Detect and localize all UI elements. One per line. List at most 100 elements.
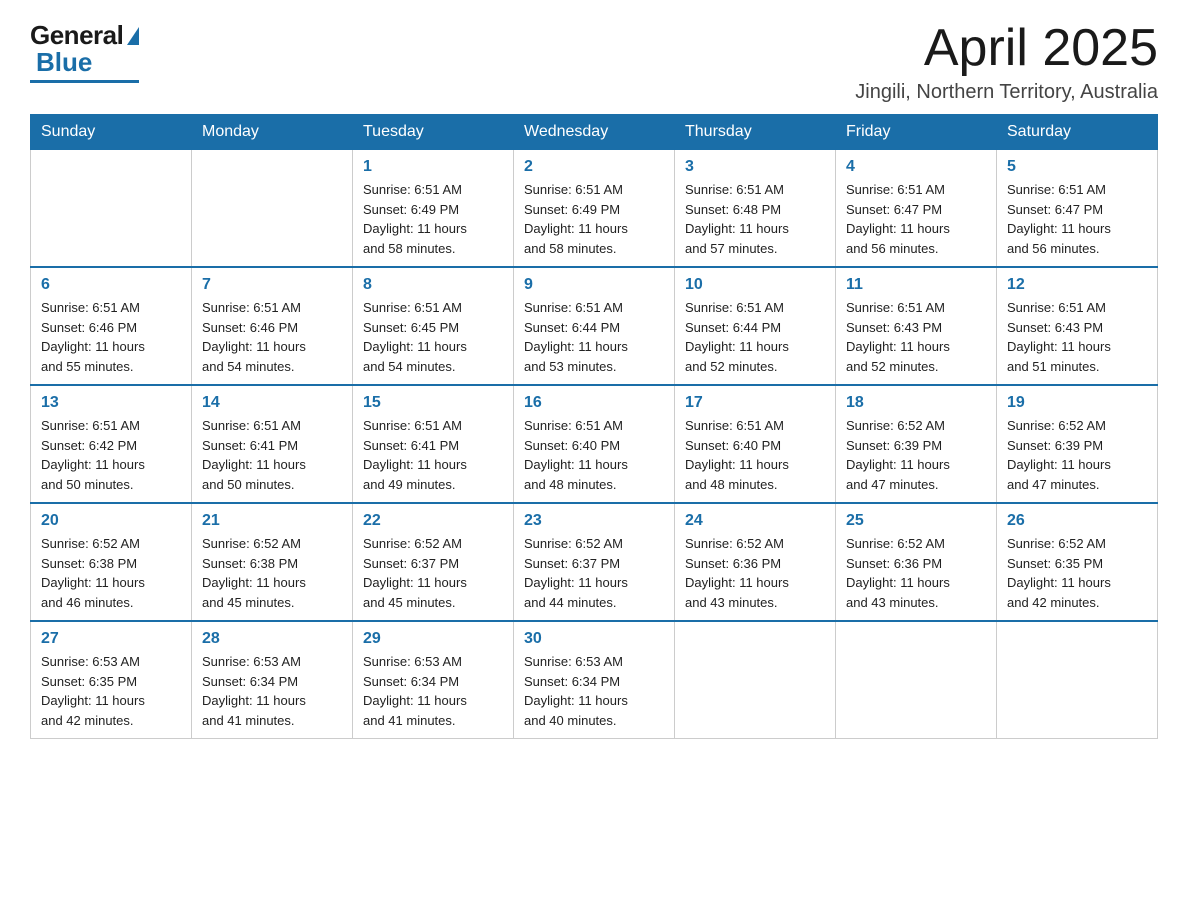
calendar-cell bbox=[675, 621, 836, 739]
calendar-header-friday: Friday bbox=[836, 115, 997, 150]
calendar-cell: 14Sunrise: 6:51 AMSunset: 6:41 PMDayligh… bbox=[192, 385, 353, 503]
day-info: Sunrise: 6:52 AMSunset: 6:39 PMDaylight:… bbox=[846, 416, 986, 494]
calendar-cell: 9 Sunrise: 6:51 AMSunset: 6:44 PMDaylight… bbox=[514, 267, 675, 385]
day-info: Sunrise: 6:51 AMSunset: 6:49 PMDaylight:… bbox=[363, 180, 503, 258]
calendar-cell: 17Sunrise: 6:51 AMSunset: 6:40 PMDayligh… bbox=[675, 385, 836, 503]
calendar-cell: 15 Sunrise: 6:51 AMSunset: 6:41 PMDayligh… bbox=[353, 385, 514, 503]
day-number: 21 bbox=[202, 512, 342, 530]
day-info: Sunrise: 6:52 AMSunset: 6:39 PMDaylight:… bbox=[1007, 416, 1147, 494]
day-number: 18 bbox=[846, 394, 986, 412]
day-info: Sunrise: 6:52 AMSunset: 6:38 PMDaylight:… bbox=[202, 534, 342, 612]
calendar-cell: 22 Sunrise: 6:52 AMSunset: 6:37 PMDayligh… bbox=[353, 503, 514, 621]
calendar-week-row-4: 20 Sunrise: 6:52 AMSunset: 6:38 PMDayligh… bbox=[31, 503, 1158, 621]
calendar-week-row-2: 6 Sunrise: 6:51 AMSunset: 6:46 PMDaylight… bbox=[31, 267, 1158, 385]
calendar-cell: 1 Sunrise: 6:51 AMSunset: 6:49 PMDaylight… bbox=[353, 150, 514, 268]
day-number: 9 bbox=[524, 276, 664, 294]
day-info: Sunrise: 6:51 AMSunset: 6:42 PMDaylight:… bbox=[41, 416, 181, 494]
calendar-week-row-5: 27 Sunrise: 6:53 AMSunset: 6:35 PMDayligh… bbox=[31, 621, 1158, 739]
calendar-header-tuesday: Tuesday bbox=[353, 115, 514, 150]
day-info: Sunrise: 6:52 AMSunset: 6:38 PMDaylight:… bbox=[41, 534, 181, 612]
day-number: 13 bbox=[41, 394, 181, 412]
day-info: Sunrise: 6:53 AMSunset: 6:34 PMDaylight:… bbox=[363, 652, 503, 730]
day-number: 24 bbox=[685, 512, 825, 530]
calendar-cell: 7 Sunrise: 6:51 AMSunset: 6:46 PMDaylight… bbox=[192, 267, 353, 385]
calendar-cell: 23Sunrise: 6:52 AMSunset: 6:37 PMDayligh… bbox=[514, 503, 675, 621]
day-number: 26 bbox=[1007, 512, 1147, 530]
calendar-cell: 11 Sunrise: 6:51 AMSunset: 6:43 PMDayligh… bbox=[836, 267, 997, 385]
calendar-header-wednesday: Wednesday bbox=[514, 115, 675, 150]
day-info: Sunrise: 6:51 AMSunset: 6:43 PMDaylight:… bbox=[846, 298, 986, 376]
day-number: 15 bbox=[363, 394, 503, 412]
calendar-cell: 18 Sunrise: 6:52 AMSunset: 6:39 PMDayligh… bbox=[836, 385, 997, 503]
day-info: Sunrise: 6:51 AMSunset: 6:44 PMDaylight:… bbox=[685, 298, 825, 376]
day-info: Sunrise: 6:51 AMSunset: 6:46 PMDaylight:… bbox=[202, 298, 342, 376]
calendar-header-saturday: Saturday bbox=[997, 115, 1158, 150]
calendar-cell: 2Sunrise: 6:51 AMSunset: 6:49 PMDaylight… bbox=[514, 150, 675, 268]
logo-underline bbox=[30, 80, 139, 83]
calendar-cell: 25 Sunrise: 6:52 AMSunset: 6:36 PMDayligh… bbox=[836, 503, 997, 621]
day-info: Sunrise: 6:51 AMSunset: 6:47 PMDaylight:… bbox=[846, 180, 986, 258]
calendar-cell: 16 Sunrise: 6:51 AMSunset: 6:40 PMDayligh… bbox=[514, 385, 675, 503]
day-number: 7 bbox=[202, 276, 342, 294]
day-number: 29 bbox=[363, 630, 503, 648]
day-info: Sunrise: 6:52 AMSunset: 6:36 PMDaylight:… bbox=[685, 534, 825, 612]
month-title: April 2025 bbox=[855, 20, 1158, 77]
day-info: Sunrise: 6:53 AMSunset: 6:34 PMDaylight:… bbox=[524, 652, 664, 730]
location-text: Jingili, Northern Territory, Australia bbox=[855, 81, 1158, 104]
calendar-cell: 10 Sunrise: 6:51 AMSunset: 6:44 PMDayligh… bbox=[675, 267, 836, 385]
calendar-cell: 19 Sunrise: 6:52 AMSunset: 6:39 PMDayligh… bbox=[997, 385, 1158, 503]
calendar-header-thursday: Thursday bbox=[675, 115, 836, 150]
calendar-cell bbox=[192, 150, 353, 268]
day-info: Sunrise: 6:51 AMSunset: 6:45 PMDaylight:… bbox=[363, 298, 503, 376]
page-header: General Blue April 2025 Jingili, Norther… bbox=[30, 20, 1158, 104]
day-info: Sunrise: 6:51 AMSunset: 6:44 PMDaylight:… bbox=[524, 298, 664, 376]
calendar-cell: 4Sunrise: 6:51 AMSunset: 6:47 PMDaylight… bbox=[836, 150, 997, 268]
calendar-cell bbox=[997, 621, 1158, 739]
day-info: Sunrise: 6:52 AMSunset: 6:37 PMDaylight:… bbox=[524, 534, 664, 612]
day-number: 1 bbox=[363, 158, 503, 176]
calendar-cell: 27 Sunrise: 6:53 AMSunset: 6:35 PMDayligh… bbox=[31, 621, 192, 739]
calendar-cell: 21 Sunrise: 6:52 AMSunset: 6:38 PMDayligh… bbox=[192, 503, 353, 621]
day-number: 8 bbox=[363, 276, 503, 294]
calendar-table: SundayMondayTuesdayWednesdayThursdayFrid… bbox=[30, 114, 1158, 739]
day-info: Sunrise: 6:53 AMSunset: 6:35 PMDaylight:… bbox=[41, 652, 181, 730]
day-number: 5 bbox=[1007, 158, 1147, 176]
day-info: Sunrise: 6:52 AMSunset: 6:35 PMDaylight:… bbox=[1007, 534, 1147, 612]
day-number: 6 bbox=[41, 276, 181, 294]
day-info: Sunrise: 6:51 AMSunset: 6:46 PMDaylight:… bbox=[41, 298, 181, 376]
calendar-cell: 26 Sunrise: 6:52 AMSunset: 6:35 PMDayligh… bbox=[997, 503, 1158, 621]
calendar-header-row: SundayMondayTuesdayWednesdayThursdayFrid… bbox=[31, 115, 1158, 150]
title-section: April 2025 Jingili, Northern Territory, … bbox=[855, 20, 1158, 104]
calendar-cell: 29 Sunrise: 6:53 AMSunset: 6:34 PMDayligh… bbox=[353, 621, 514, 739]
calendar-cell: 13 Sunrise: 6:51 AMSunset: 6:42 PMDayligh… bbox=[31, 385, 192, 503]
logo-triangle-icon bbox=[127, 27, 139, 45]
calendar-cell bbox=[31, 150, 192, 268]
day-number: 3 bbox=[685, 158, 825, 176]
day-info: Sunrise: 6:52 AMSunset: 6:37 PMDaylight:… bbox=[363, 534, 503, 612]
day-number: 11 bbox=[846, 276, 986, 294]
day-number: 27 bbox=[41, 630, 181, 648]
calendar-week-row-3: 13 Sunrise: 6:51 AMSunset: 6:42 PMDayligh… bbox=[31, 385, 1158, 503]
day-number: 10 bbox=[685, 276, 825, 294]
day-info: Sunrise: 6:51 AMSunset: 6:40 PMDaylight:… bbox=[524, 416, 664, 494]
day-number: 20 bbox=[41, 512, 181, 530]
calendar-cell bbox=[836, 621, 997, 739]
day-number: 16 bbox=[524, 394, 664, 412]
day-info: Sunrise: 6:52 AMSunset: 6:36 PMDaylight:… bbox=[846, 534, 986, 612]
calendar-cell: 30Sunrise: 6:53 AMSunset: 6:34 PMDayligh… bbox=[514, 621, 675, 739]
calendar-header-monday: Monday bbox=[192, 115, 353, 150]
logo-blue-text: Blue bbox=[36, 47, 92, 78]
day-number: 22 bbox=[363, 512, 503, 530]
day-number: 28 bbox=[202, 630, 342, 648]
day-number: 19 bbox=[1007, 394, 1147, 412]
calendar-cell: 20 Sunrise: 6:52 AMSunset: 6:38 PMDayligh… bbox=[31, 503, 192, 621]
calendar-cell: 12Sunrise: 6:51 AMSunset: 6:43 PMDayligh… bbox=[997, 267, 1158, 385]
day-info: Sunrise: 6:51 AMSunset: 6:41 PMDaylight:… bbox=[363, 416, 503, 494]
day-info: Sunrise: 6:51 AMSunset: 6:49 PMDaylight:… bbox=[524, 180, 664, 258]
calendar-cell: 6 Sunrise: 6:51 AMSunset: 6:46 PMDaylight… bbox=[31, 267, 192, 385]
day-info: Sunrise: 6:51 AMSunset: 6:43 PMDaylight:… bbox=[1007, 298, 1147, 376]
day-number: 25 bbox=[846, 512, 986, 530]
calendar-cell: 5Sunrise: 6:51 AMSunset: 6:47 PMDaylight… bbox=[997, 150, 1158, 268]
logo: General Blue bbox=[30, 20, 139, 83]
day-number: 14 bbox=[202, 394, 342, 412]
